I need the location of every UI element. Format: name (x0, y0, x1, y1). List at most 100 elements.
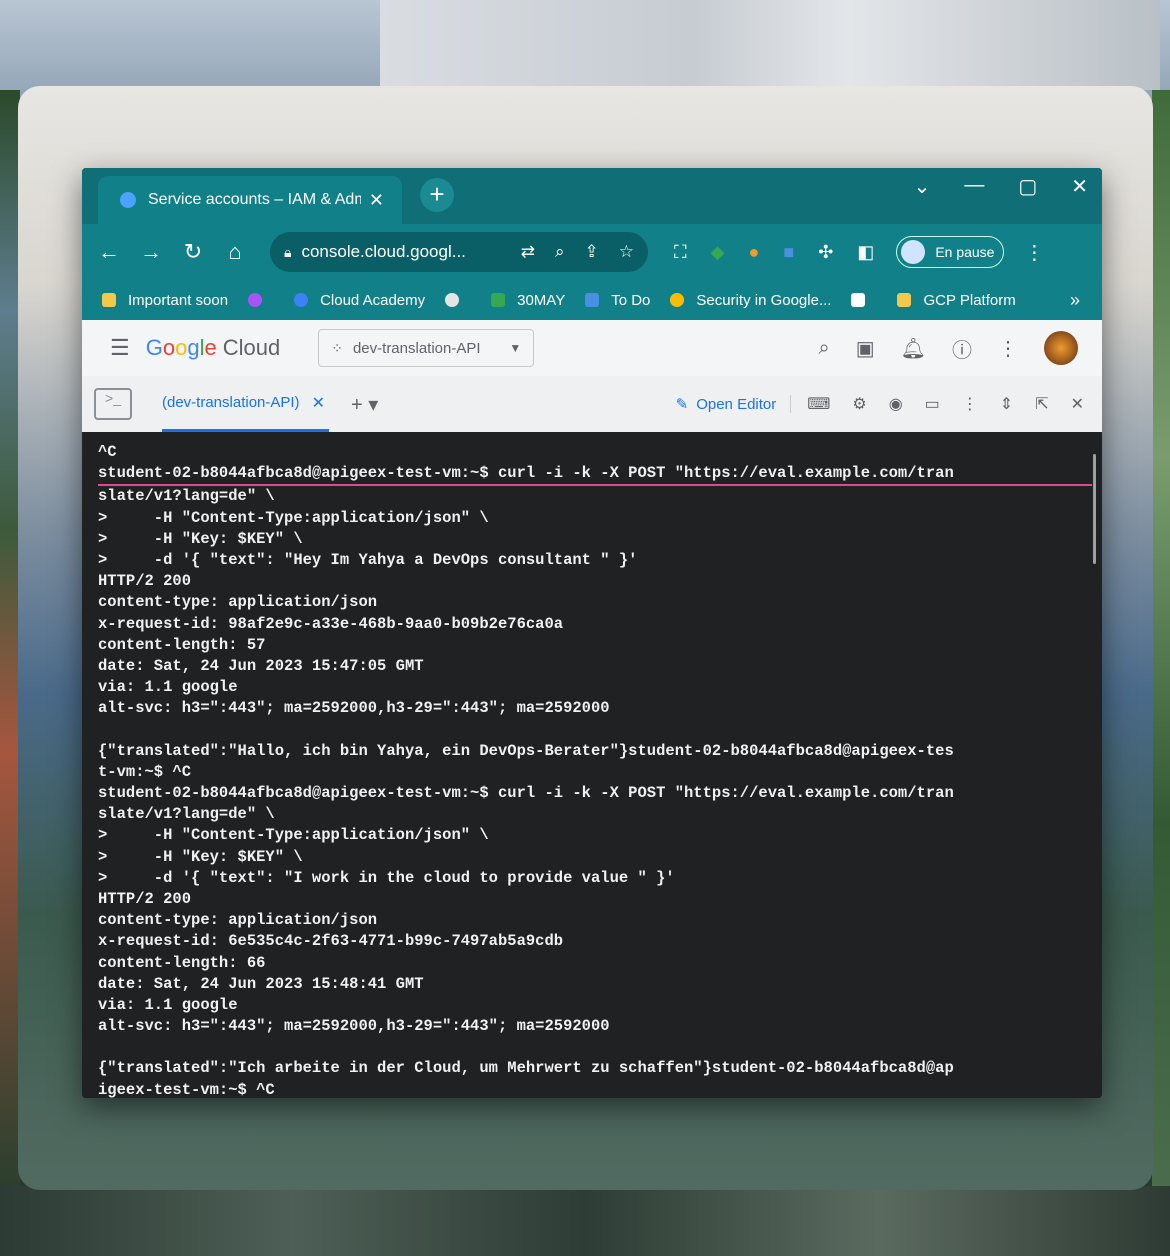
terminal-layout-icon[interactable]: ▭ (925, 394, 940, 414)
url-text[interactable]: console.cloud.googl... (301, 242, 465, 262)
bookmark-important-soon[interactable]: Important soon (102, 292, 228, 309)
bookmark-to-do[interactable]: To Do (585, 292, 650, 309)
terminal-line: > -H "Key: $KEY" \ (98, 847, 303, 866)
reload-icon[interactable]: ↻ (172, 239, 214, 265)
terminal-line: content-type: application/json (98, 593, 378, 612)
bookmark-net[interactable] (248, 293, 274, 307)
background-castle (380, 0, 1160, 90)
omnibox[interactable]: 🔒︎ console.cloud.googl... ⇄ ⌕ ⇪ ☆ (270, 232, 648, 272)
bookmark-cloud-academy[interactable]: Cloud Academy (294, 292, 425, 309)
project-selector[interactable]: ⁘ dev-translation-API ▼ (318, 329, 535, 367)
cloud-shell-icon[interactable]: ▣ (856, 336, 875, 361)
extension-orange-icon[interactable]: ● (748, 242, 759, 263)
terminal-scrollbar[interactable] (1093, 454, 1096, 564)
cloud-shell-toolbar: >_ (dev-translation-API) ✕ + ▾ ✎ Open Ed… (82, 376, 1102, 432)
more-vert-icon[interactable]: ⋮ (998, 336, 1018, 361)
tab-title: Service accounts – IAM & Adm (148, 191, 361, 208)
close-shell-tab-icon[interactable]: ✕ (312, 393, 325, 413)
more-vert-icon[interactable]: ⋮ (962, 394, 978, 414)
profile-button[interactable]: En pause (896, 236, 1005, 268)
new-tab-button[interactable]: + (420, 178, 454, 212)
home-icon[interactable]: ⌂ (214, 239, 256, 265)
bookmark-label: GCP Platform (923, 291, 1016, 309)
web-preview-icon[interactable]: ◉ (889, 394, 903, 414)
cloud-academy-icon (294, 293, 309, 307)
open-new-window-icon[interactable]: ⇱ (1035, 394, 1048, 414)
help-icon[interactable]: ⓘ (952, 334, 972, 363)
minimize-shell-icon[interactable]: ⇕ (1000, 394, 1013, 414)
open-editor-button[interactable]: ✎ Open Editor (676, 395, 792, 413)
shield-icon (120, 192, 136, 208)
terminal-line: > -H "Key: $KEY" \ (98, 529, 303, 548)
more-bookmarks-icon[interactable]: » (1070, 290, 1080, 311)
minimize-icon[interactable]: — (964, 174, 984, 199)
bookmark-doc[interactable] (851, 293, 877, 307)
side-panel-icon[interactable]: ◧ (857, 242, 874, 263)
terminal-line: t-vm:~$ ^C (98, 762, 192, 781)
translate-icon[interactable]: ⇄ (521, 242, 535, 262)
background-bottom (0, 1186, 1170, 1256)
bookmark-security-in-google[interactable]: Security in Google... (670, 292, 831, 309)
net-icon (248, 293, 263, 307)
zoom-icon[interactable]: ⌕ (555, 242, 565, 262)
google-cloud-logo[interactable]: Google Cloud (146, 335, 281, 361)
terminal-line: student-02-b8044afbca8d@apigeex-test-vm:… (98, 784, 954, 802)
share-icon[interactable]: ⇪ (585, 242, 599, 262)
project-name: dev-translation-API (352, 339, 481, 357)
globe-icon (445, 293, 460, 307)
shell-tab[interactable]: (dev-translation-API) ✕ (162, 376, 329, 432)
extension-blue-icon[interactable]: ■ (783, 242, 794, 263)
terminal-line: > -H "Content-Type:application/json" \ (98, 826, 489, 845)
tab-search-icon[interactable]: ⌄ (914, 174, 931, 199)
close-tab-icon[interactable]: ✕ (369, 190, 384, 211)
screenshot-icon[interactable]: ⛶ (674, 242, 687, 263)
extension-green-icon[interactable]: ◆ (711, 242, 725, 263)
settings-icon[interactable]: ⚙ (852, 394, 866, 414)
checkmark-icon (585, 293, 600, 307)
close-window-icon[interactable]: ✕ (1071, 174, 1088, 199)
notifications-icon[interactable]: 🔔︎ (901, 336, 926, 361)
forward-icon[interactable]: → (130, 239, 172, 265)
terminal-line: slate/v1?lang=de" \ (98, 487, 275, 506)
maximize-icon[interactable]: ▢ (1018, 174, 1037, 199)
title-bar: Service accounts – IAM & Adm ✕ + ⌄ — ▢ ✕ (82, 168, 1102, 224)
project-icon: ⁘ (331, 339, 343, 356)
bookmark-label: Important soon (128, 291, 229, 309)
keyboard-icon[interactable]: ⌨ (807, 394, 830, 414)
extensions: ⛶ ◆ ● ■ ✣ ◧ (674, 242, 874, 263)
terminal-line: > -d '{ "text": "I work in the cloud to … (98, 868, 675, 887)
shell-actions: ⌨ ⚙ ◉ ▭ ⋮ ⇕ ⇱ ✕ (807, 394, 1084, 414)
window-controls: ⌄ — ▢ ✕ (914, 174, 1088, 199)
google-icon (670, 293, 685, 307)
terminal-line: date: Sat, 24 Jun 2023 15:48:41 GMT (98, 974, 424, 993)
bookmark-label: Cloud Academy (320, 291, 426, 309)
bookmark-30may[interactable]: 30MAY (491, 292, 565, 309)
hamburger-menu-icon[interactable]: ☰ (110, 335, 130, 361)
avatar[interactable] (1044, 331, 1078, 365)
add-shell-tab-button[interactable]: + ▾ (351, 392, 378, 417)
browser-window: Service accounts – IAM & Adm ✕ + ⌄ — ▢ ✕… (82, 168, 1102, 1098)
terminal-line: via: 1.1 google (98, 678, 238, 697)
puzzle-icon[interactable]: ✣ (818, 242, 833, 263)
browser-tab[interactable]: Service accounts – IAM & Adm ✕ (98, 176, 402, 224)
gcp-header-actions: ⌕ ▣ 🔔︎ ⓘ ⋮ (819, 331, 1078, 365)
terminal-line: x-request-id: 6e535c4c-2f63-4771-b99c-74… (98, 932, 564, 951)
profile-avatar (901, 240, 926, 264)
browser-menu-icon[interactable]: ⋮ (1024, 240, 1044, 265)
bookmark-globe[interactable] (445, 293, 471, 307)
back-icon[interactable]: ← (88, 239, 130, 265)
terminal-line: ^C (98, 443, 117, 461)
terminal-line: > -d '{ "text": "Hey Im Yahya a DevOps c… (98, 550, 638, 569)
terminal-line: alt-svc: h3=":443"; ma=2592000,h3-29=":4… (98, 1017, 610, 1036)
close-shell-icon[interactable]: ✕ (1071, 394, 1084, 414)
shell-tab-label: (dev-translation-API) (162, 394, 300, 411)
bookmark-gcp-platform[interactable]: GCP Platform (897, 291, 1016, 309)
terminal-line: content-length: 57 (98, 635, 266, 654)
terminal[interactable]: ^C student-02-b8044afbca8d@apigeex-test-… (82, 434, 1102, 1098)
bookmark-star-icon[interactable]: ☆ (619, 242, 634, 262)
terminal-line: content-type: application/json (98, 911, 378, 930)
bookmark-label: To Do (611, 291, 651, 309)
search-icon[interactable]: ⌕ (819, 337, 830, 360)
